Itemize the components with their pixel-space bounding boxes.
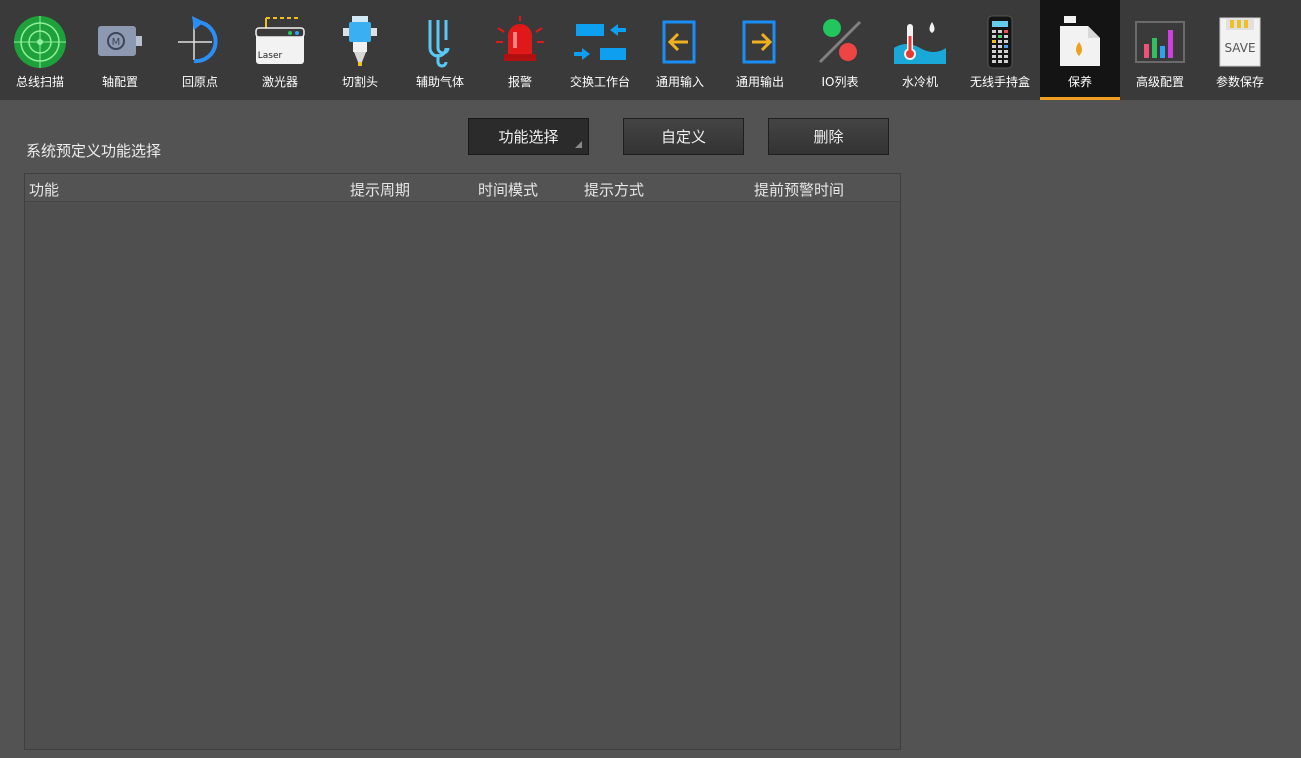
tool-io-list[interactable]: IO列表: [800, 0, 880, 100]
tool-label: 水冷机: [901, 75, 938, 89]
alarm-light-icon: [492, 14, 548, 70]
tool-label: IO列表: [821, 75, 859, 89]
save-card-text: SAVE: [1224, 41, 1255, 55]
output-icon: [732, 14, 788, 70]
svg-text:M: M: [112, 37, 121, 48]
tool-label: 轴配置: [101, 75, 138, 89]
tool-cutting-head[interactable]: 切割头: [320, 0, 400, 100]
tool-bus-scan[interactable]: 总线扫描: [0, 0, 80, 100]
tool-label: 总线扫描: [15, 75, 64, 89]
section-title: 系统预定义功能选择: [26, 142, 162, 160]
tool-label: 参数保存: [1215, 75, 1264, 89]
function-select-dropdown[interactable]: 功能选择: [468, 118, 589, 155]
maintenance-table[interactable]: 功能 提示周期 时间模式 提示方式 提前预警时间: [24, 173, 901, 750]
laser-icon: Laser: [252, 14, 308, 70]
top-toolbar: 总线扫描 M 轴配置 回原点 Laser 激光器 切割头 辅助气体 报警 交换工…: [0, 0, 1301, 100]
custom-button[interactable]: 自定义: [623, 118, 744, 155]
function-select-label: 功能选择: [498, 128, 559, 146]
dropdown-corner-icon: [575, 141, 582, 148]
tool-advanced-config[interactable]: 高级配置: [1120, 0, 1200, 100]
tool-homing[interactable]: 回原点: [160, 0, 240, 100]
delete-button[interactable]: 删除: [768, 118, 889, 155]
tool-label: 切割头: [341, 75, 378, 89]
gas-icon: [412, 14, 468, 70]
tool-wireless-handheld[interactable]: 无线手持盒: [960, 0, 1040, 100]
tool-label: 保养: [1067, 75, 1092, 89]
tool-label: 报警: [507, 75, 532, 89]
column-header-function[interactable]: 功能: [29, 179, 59, 200]
exchange-icon: [572, 14, 628, 70]
oil-can-icon: [1052, 14, 1108, 70]
tool-water-chiller[interactable]: 水冷机: [880, 0, 960, 100]
tool-label: 高级配置: [1135, 75, 1184, 89]
io-toggle-icon: [812, 14, 868, 70]
tool-alarm[interactable]: 报警: [480, 0, 560, 100]
home-return-icon: [172, 14, 228, 70]
input-icon: [652, 14, 708, 70]
save-card-icon: SAVE: [1212, 14, 1268, 70]
remote-icon: [972, 14, 1028, 70]
tool-label: 交换工作台: [569, 75, 630, 89]
tool-general-output[interactable]: 通用输出: [720, 0, 800, 100]
tool-label: 无线手持盒: [969, 75, 1030, 89]
column-header-time-mode[interactable]: 时间模式: [478, 179, 538, 200]
tool-general-input[interactable]: 通用输入: [640, 0, 720, 100]
bar-chart-icon: [1132, 14, 1188, 70]
tool-label: 通用输入: [655, 75, 704, 89]
table-body: [25, 202, 900, 749]
tool-axis-config[interactable]: M 轴配置: [80, 0, 160, 100]
column-header-reminder-method[interactable]: 提示方式: [584, 179, 644, 200]
delete-button-label: 删除: [813, 128, 844, 146]
thermometer-icon: [892, 14, 948, 70]
table-header: 功能 提示周期 时间模式 提示方式 提前预警时间: [25, 174, 900, 202]
tool-label: 辅助气体: [415, 75, 464, 89]
tool-label: 激光器: [261, 75, 298, 89]
laser-icon-text: Laser: [258, 51, 283, 61]
column-header-reminder-cycle[interactable]: 提示周期: [350, 179, 410, 200]
tool-param-save[interactable]: SAVE 参数保存: [1200, 0, 1280, 100]
tool-label: 回原点: [181, 75, 218, 89]
column-header-advance-warning[interactable]: 提前预警时间: [754, 179, 844, 200]
tool-laser[interactable]: Laser 激光器: [240, 0, 320, 100]
motor-icon: M: [92, 14, 148, 70]
cutting-head-icon: [332, 14, 388, 70]
custom-button-label: 自定义: [660, 128, 706, 146]
radar-icon: [12, 14, 68, 70]
tool-maintenance[interactable]: 保养: [1040, 0, 1120, 100]
tool-label: 通用输出: [735, 75, 784, 89]
tool-assist-gas[interactable]: 辅助气体: [400, 0, 480, 100]
tool-exchange-table[interactable]: 交换工作台: [560, 0, 640, 100]
